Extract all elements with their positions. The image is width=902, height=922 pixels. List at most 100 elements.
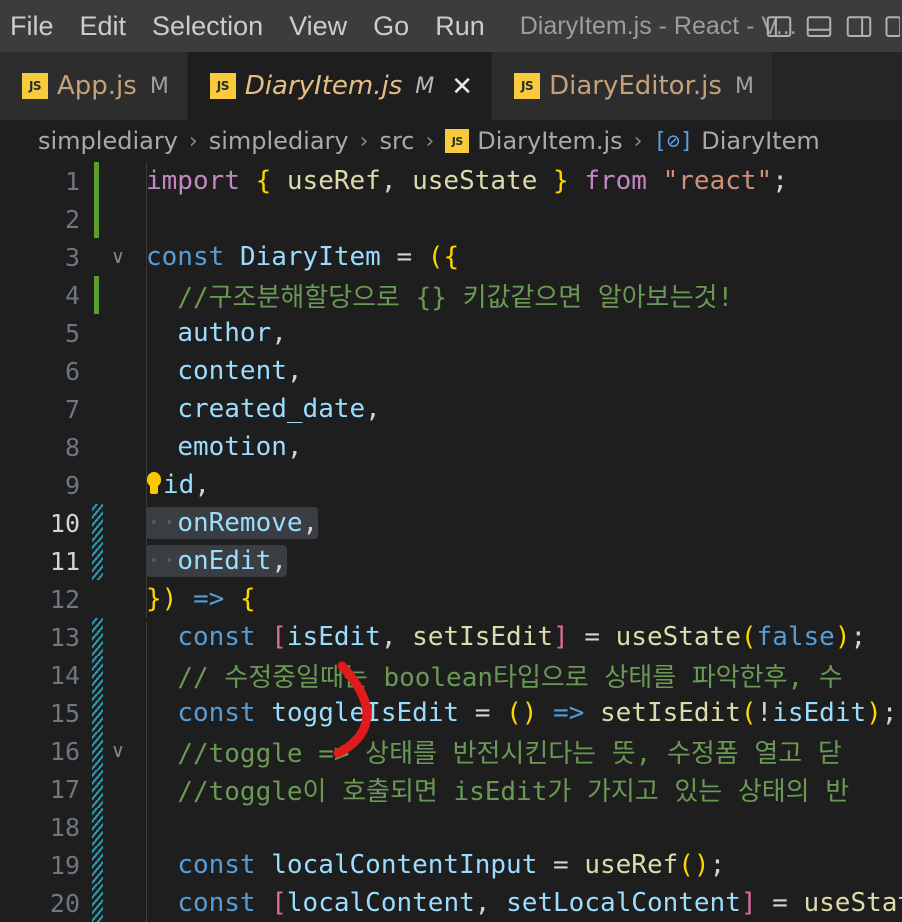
tab-close-icon[interactable]: ✕	[451, 73, 473, 99]
code-line[interactable]: 19 const localContentInput = useRef();	[0, 846, 902, 884]
breadcrumb-separator: ›	[359, 128, 369, 154]
editor-tab[interactable]: JS DiaryItem.js M ✕	[187, 52, 493, 120]
breadcrumb-separator: ›	[425, 128, 435, 154]
code-line[interactable]: 18	[0, 808, 902, 846]
code-text: author,	[177, 318, 287, 348]
gutter-hatch-decoration	[92, 542, 104, 580]
indent-guide	[146, 622, 147, 922]
breadcrumb-label: DiaryItem.js	[477, 127, 623, 155]
toggle-secondary-sidebar-icon[interactable]	[844, 11, 874, 41]
customize-layout-icon[interactable]	[884, 11, 900, 41]
code-text: const toggleIsEdit = () => setIsEdit(!is…	[177, 698, 898, 728]
menu-go[interactable]: Go	[360, 0, 422, 52]
code-line[interactable]: 9 id,	[0, 466, 902, 504]
tab-modified-indicator: M	[149, 73, 169, 99]
tab-label: DiaryItem.js	[244, 71, 403, 101]
code-editor[interactable]: 1 import { useRef, useState } from "react…	[0, 162, 902, 922]
layout-actions	[764, 0, 902, 52]
code-line[interactable]: 20 const [localContent, setLocalContent]…	[0, 884, 902, 922]
js-file-icon: JS	[445, 129, 470, 153]
code-text: const localContentInput = useRef();	[177, 850, 726, 880]
gutter-hatch-decoration	[92, 656, 104, 694]
breadcrumb-item[interactable]: simplediary	[38, 127, 178, 155]
code-lines: 1 import { useRef, useState } from "react…	[0, 162, 902, 922]
title-bar: File Edit Selection View Go Run DiaryItem.js …	[0, 0, 902, 52]
code-line[interactable]: 1 import { useRef, useState } from "react…	[0, 162, 902, 200]
tab-label: DiaryEditor.js	[549, 71, 722, 101]
fold-chevron-down-icon[interactable]: ∨	[104, 740, 132, 762]
code-text: id,	[132, 470, 902, 500]
line-number: 12	[49, 584, 80, 614]
toggle-primary-sidebar-icon[interactable]	[764, 11, 794, 41]
window-title: DiaryItem.js - React - V...	[519, 12, 797, 40]
code-text: created_date,	[177, 394, 381, 424]
code-text: const [isEdit, setIsEdit] = useState(fal…	[177, 622, 867, 652]
code-line[interactable]: 5 author,	[0, 314, 902, 352]
code-line[interactable]: 11 ··onEdit,	[0, 542, 902, 580]
menu-run[interactable]: Run	[422, 0, 498, 52]
breadcrumb-label: simplediary	[208, 127, 349, 155]
js-file-icon: JS	[209, 73, 236, 99]
menu-selection[interactable]: Selection	[139, 0, 276, 52]
editor-tab-bar: JS App.js M JS DiaryItem.js M ✕ JS DiaryEditor.j…	[0, 52, 902, 120]
line-number: 4	[64, 280, 80, 310]
breadcrumb-separator: ›	[633, 128, 643, 154]
code-line[interactable]: 4 //구조분해할당으로 {} 키값같으면 알아보는것!	[0, 276, 902, 314]
code-line[interactable]: 10 ··onRemove,	[0, 504, 902, 542]
code-text: ··onRemove,	[146, 507, 319, 539]
breadcrumb-item[interactable]: JS DiaryItem.js	[445, 127, 623, 155]
quick-fix-lightbulb-icon[interactable]	[146, 472, 162, 498]
code-text: //toggle이 호출되면 isEdit가 가지고 있는 상태의 반	[177, 776, 850, 807]
line-number: 20	[49, 888, 80, 918]
breadcrumb-separator: ›	[188, 128, 198, 154]
menu-view[interactable]: View	[276, 0, 360, 52]
line-number: 17	[49, 774, 80, 804]
gutter-hatch-decoration	[92, 504, 104, 542]
gutter-blank	[92, 314, 104, 352]
line-number: 6	[64, 356, 80, 386]
code-line[interactable]: 15 const toggleIsEdit = () => setIsEdit(…	[0, 694, 902, 732]
code-line[interactable]: 14 // 수정중일때는 boolean타입으로 상태를 파악한후, 수	[0, 656, 902, 694]
gutter-hatch-decoration	[92, 846, 104, 884]
code-text: //toggle => 상태를 반전시킨다는 뜻, 수정폼 열고 닫	[177, 738, 842, 769]
code-text: //구조분해할당으로 {} 키값같으면 알아보는것!	[177, 282, 734, 313]
code-line[interactable]: 6 content,	[0, 352, 902, 390]
breadcrumb-item[interactable]: [⊘] DiaryItem	[653, 127, 819, 155]
editor-tab[interactable]: JS App.js M	[0, 52, 188, 120]
code-line[interactable]: 2	[0, 200, 902, 238]
line-number: 8	[64, 432, 80, 462]
code-line[interactable]: 8 emotion,	[0, 428, 902, 466]
breadcrumb-item[interactable]: src	[379, 127, 414, 155]
fold-chevron-down-icon[interactable]: ∨	[104, 246, 132, 268]
breadcrumb-item[interactable]: simplediary	[209, 127, 349, 155]
code-line[interactable]: 7 created_date,	[0, 390, 902, 428]
tab-modified-indicator: M	[734, 73, 754, 99]
menu-edit[interactable]: Edit	[67, 0, 140, 52]
code-text: import { useRef, useState } from "react"…	[146, 166, 788, 196]
git-change-bar	[92, 200, 104, 238]
tab-label: App.js	[57, 71, 137, 101]
line-number: 11	[49, 546, 80, 576]
line-number: 16	[49, 736, 80, 766]
line-number: 5	[64, 318, 80, 348]
tab-modified-indicator: M	[415, 73, 435, 99]
code-line[interactable]: 13 const [isEdit, setIsEdit] = useState(…	[0, 618, 902, 656]
gutter-hatch-decoration	[92, 808, 104, 846]
line-number: 9	[64, 470, 80, 500]
code-line[interactable]: 3 ∨ const DiaryItem = ({	[0, 238, 902, 276]
breadcrumb: simplediary › simplediary › src › JS DiaryItem.…	[0, 120, 902, 162]
js-file-icon: JS	[22, 73, 48, 99]
line-number: 19	[49, 850, 80, 880]
toggle-panel-icon[interactable]	[804, 11, 834, 41]
git-change-bar	[92, 162, 104, 200]
code-text: content,	[177, 356, 303, 386]
editor-tab[interactable]: JS DiaryEditor.js M	[492, 52, 773, 120]
code-line[interactable]: 17 //toggle이 호출되면 isEdit가 가지고 있는 상태의 반	[0, 770, 902, 808]
line-number: 14	[49, 660, 80, 690]
code-text: }) => {	[146, 584, 256, 614]
code-line[interactable]: 12 }) => {	[0, 580, 902, 618]
code-text: // 수정중일때는 boolean타입으로 상태를 파악한후, 수	[177, 662, 843, 693]
code-line[interactable]: 16 ∨ //toggle => 상태를 반전시킨다는 뜻, 수정폼 열고 닫	[0, 732, 902, 770]
menu-file[interactable]: File	[0, 0, 67, 52]
gutter-hatch-decoration	[92, 618, 104, 656]
